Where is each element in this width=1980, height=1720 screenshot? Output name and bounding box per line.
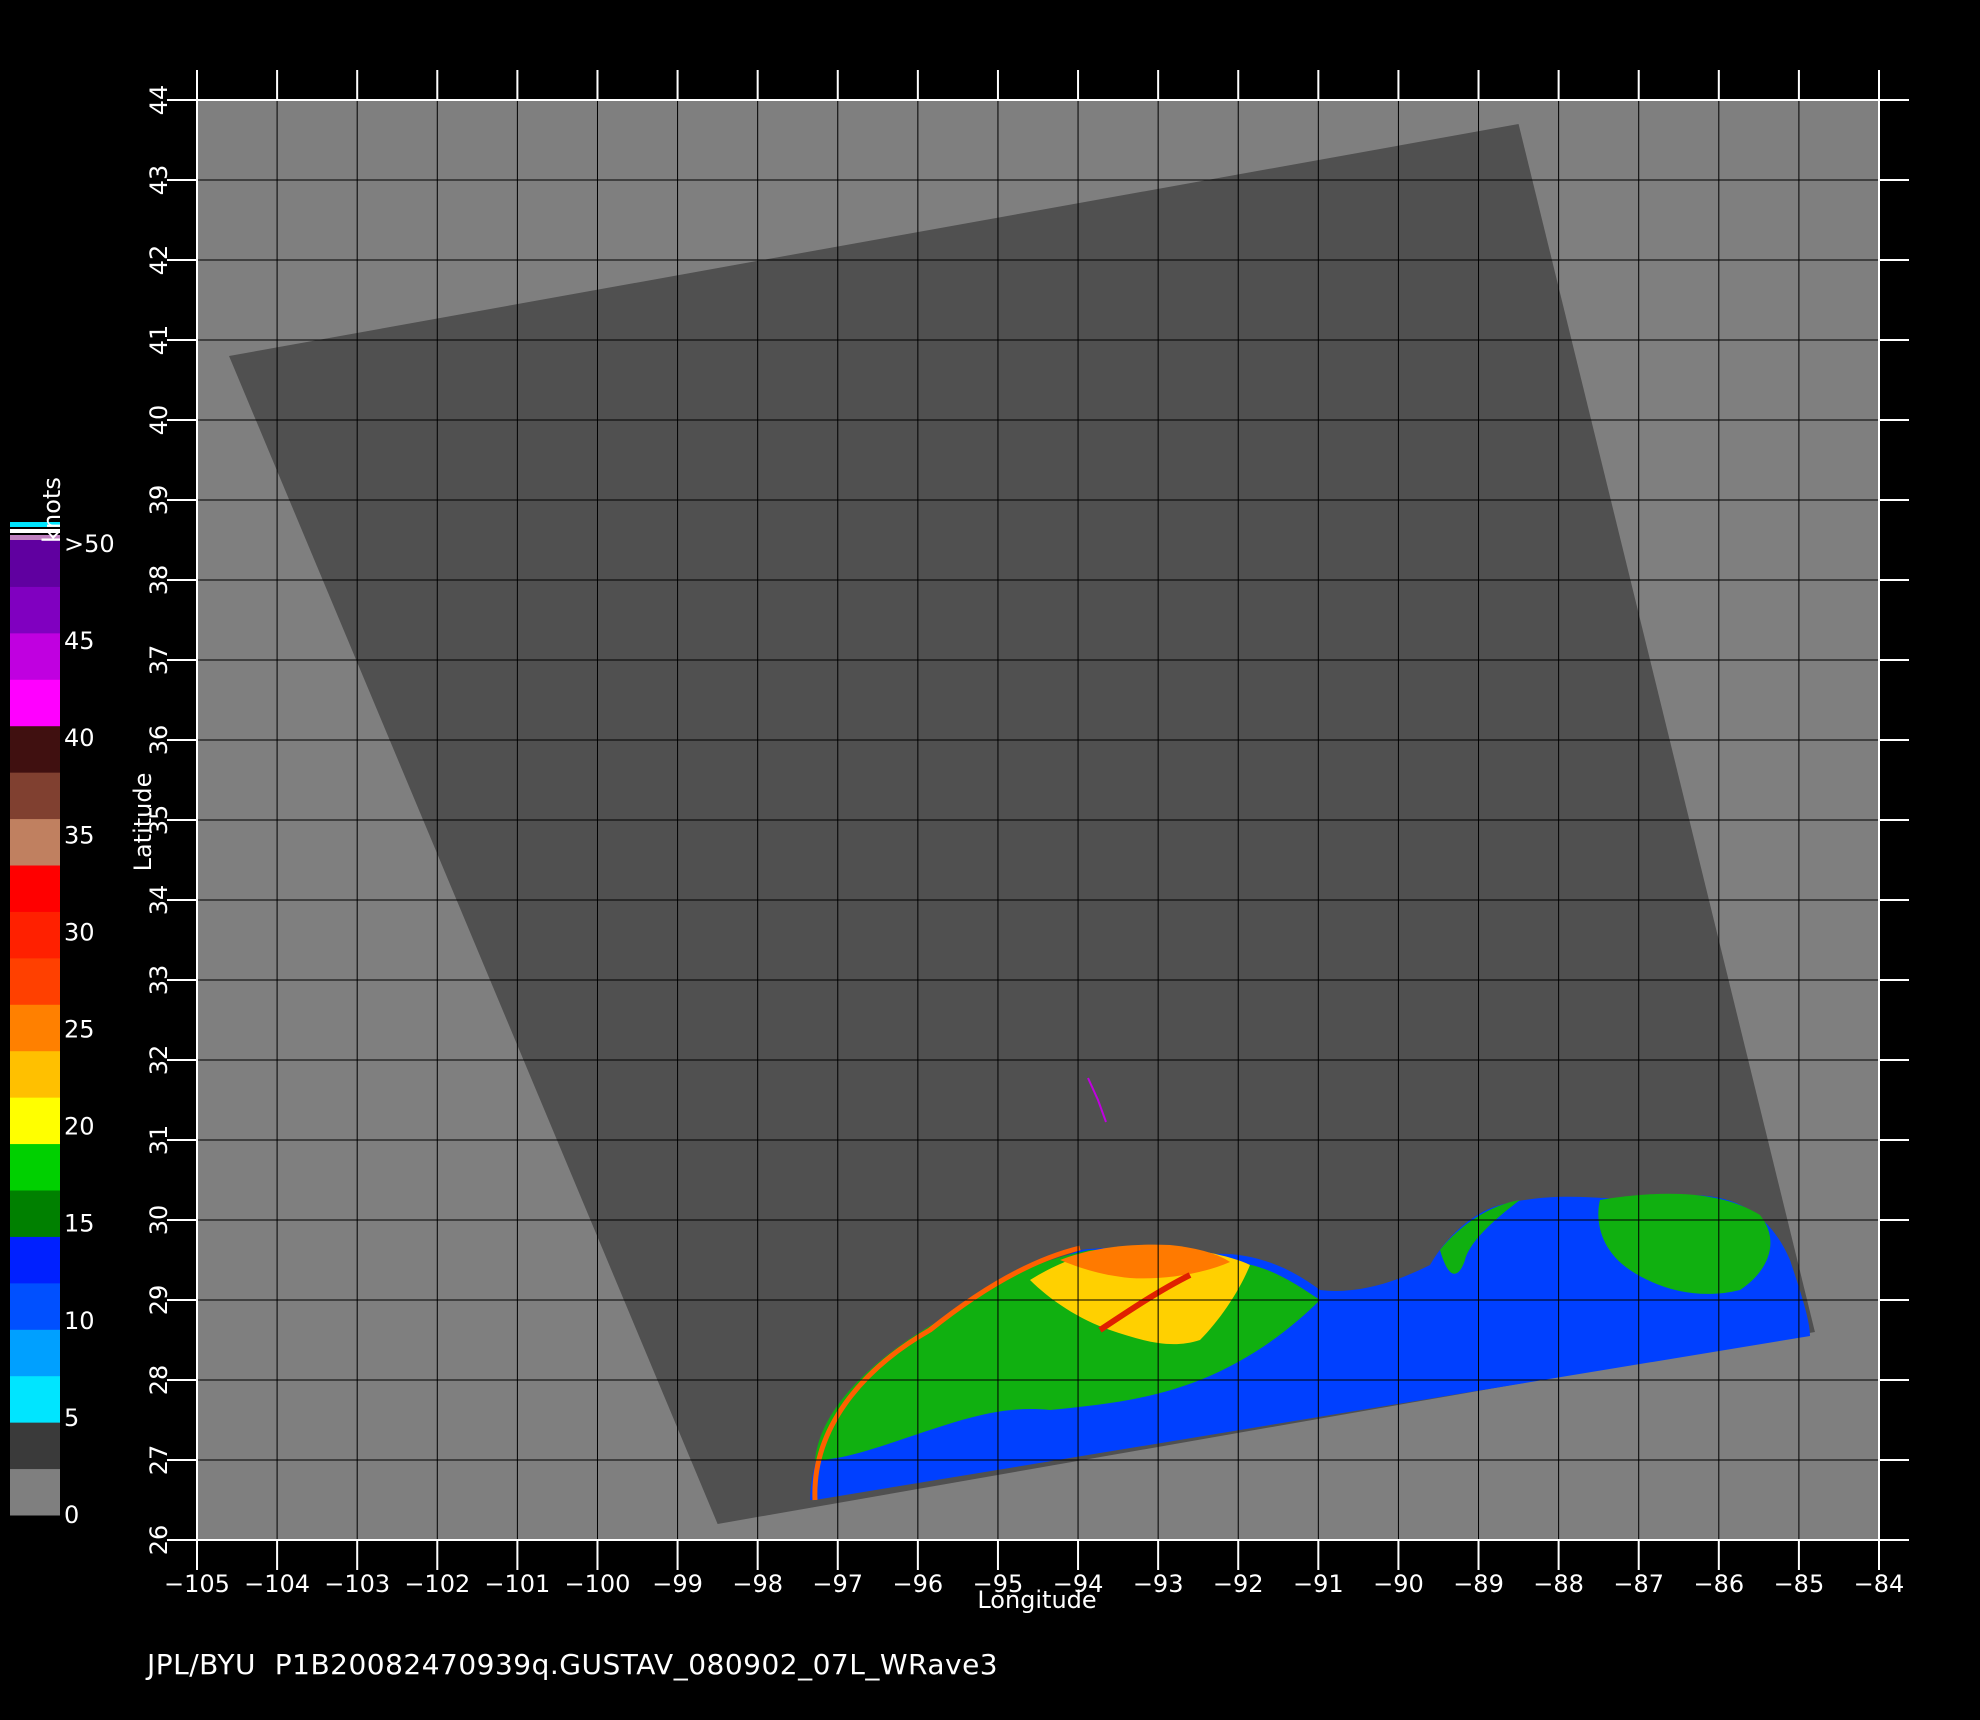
colorbar-label: 20	[64, 1113, 95, 1141]
colorbar-unit: knots	[38, 477, 66, 543]
colorbar-band	[10, 540, 60, 587]
colorbar-label: 5	[64, 1404, 79, 1432]
lat-tick-label: 36	[145, 725, 173, 756]
colorbar-label: 0	[64, 1501, 79, 1529]
colorbar-band	[10, 1468, 60, 1516]
lon-tick-label: −91	[1293, 1570, 1344, 1598]
lon-tick-label: −97	[812, 1570, 863, 1598]
colorbar-label: >50	[64, 530, 115, 558]
colorbar-labels: >50 45 40 35 30 25 20 15 10 5 0	[64, 530, 115, 1529]
lat-tick-label: 40	[145, 405, 173, 436]
lat-tick-label: 44	[145, 85, 173, 116]
colorbar-band	[10, 772, 60, 820]
lon-tick-label: −96	[893, 1570, 944, 1598]
colorbar-band	[10, 1282, 60, 1330]
colorbar-label: 25	[64, 1016, 95, 1044]
lon-tick-label: −102	[404, 1570, 470, 1598]
colorbar-label: 35	[64, 821, 95, 849]
lat-tick-label: 37	[145, 645, 173, 676]
lat-tick-label: 34	[145, 885, 173, 916]
lon-tick-label: −101	[484, 1570, 550, 1598]
lat-tick-label: 41	[145, 325, 173, 356]
colorbar-label: 40	[64, 724, 95, 752]
lat-tick-label: 42	[145, 245, 173, 276]
lon-tick-label: −103	[324, 1570, 390, 1598]
lon-tick-label: −99	[652, 1570, 703, 1598]
colorbar-band	[10, 865, 60, 912]
colorbar-label: 15	[64, 1210, 95, 1238]
lat-tick-label: 32	[145, 1045, 173, 1076]
lon-tick-label: −90	[1373, 1570, 1424, 1598]
colorbar-band	[10, 1004, 60, 1052]
lon-tick-label: −86	[1693, 1570, 1744, 1598]
lon-tick-label: −84	[1854, 1570, 1905, 1598]
colorbar-label: 30	[64, 918, 95, 946]
lat-tick-label: 30	[145, 1205, 173, 1236]
lat-tick-label: 28	[145, 1365, 173, 1396]
colorbar-band	[10, 1050, 60, 1098]
colorbar-band	[10, 632, 60, 680]
wind-map: −105 −104 −103 −102 −101 −100 −99 −98 −97 −96 −95−…	[10, 70, 1909, 1614]
lat-tick-label: 27	[145, 1445, 173, 1476]
colorbar-band	[10, 679, 60, 727]
colorbar-band	[10, 1375, 60, 1423]
colorbar-band	[10, 1236, 60, 1284]
lon-tick-label: −100	[565, 1570, 631, 1598]
x-axis-title: Longitude	[977, 1586, 1096, 1614]
lon-tick-label: −93	[1133, 1570, 1184, 1598]
lat-tick-label: 26	[145, 1525, 173, 1556]
lat-tick-label: 33	[145, 965, 173, 996]
lat-tick-label: 39	[145, 485, 173, 516]
colorbar-band	[10, 1097, 60, 1145]
footer-caption: JPL/BYU P1B20082470939q.GUSTAV_080902_07…	[147, 1648, 999, 1681]
colorbar-band	[10, 957, 60, 1005]
colorbar-band	[10, 818, 60, 866]
colorbar-band	[10, 1143, 60, 1191]
colorbar-band	[10, 911, 60, 959]
colorbar	[10, 522, 60, 1516]
lon-tick-label: −92	[1213, 1570, 1264, 1598]
colorbar-band	[10, 586, 60, 634]
lat-tick-label: 29	[145, 1285, 173, 1316]
colorbar-band	[10, 1422, 60, 1470]
lat-tick-label: 43	[145, 165, 173, 196]
colorbar-band	[10, 1190, 60, 1237]
colorbar-band	[10, 725, 60, 773]
lat-tick-label: 38	[145, 565, 173, 596]
lat-tick-label: 31	[145, 1125, 173, 1156]
lon-tick-label: −89	[1453, 1570, 1504, 1598]
lon-tick-label: −105	[164, 1570, 230, 1598]
y-axis-title: Latitude	[129, 773, 157, 872]
colorbar-label: 10	[64, 1307, 95, 1335]
lon-tick-label: −88	[1533, 1570, 1584, 1598]
lon-tick-label: −104	[244, 1570, 310, 1598]
lon-tick-label: −98	[732, 1570, 783, 1598]
lon-tick-label: −85	[1774, 1570, 1825, 1598]
lon-tick-label: −87	[1613, 1570, 1664, 1598]
colorbar-band	[10, 1329, 60, 1377]
colorbar-label: 45	[64, 627, 95, 655]
